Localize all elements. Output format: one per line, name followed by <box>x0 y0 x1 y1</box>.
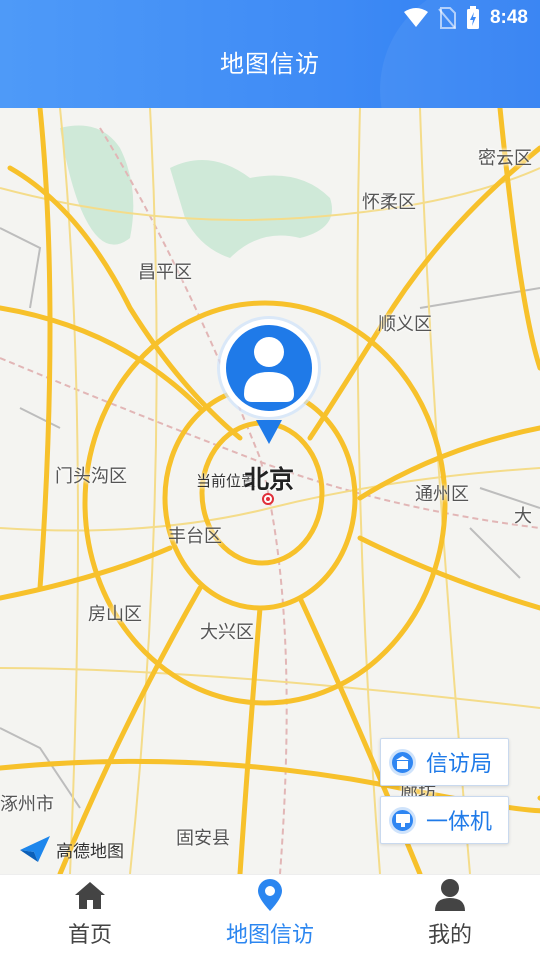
place-label: 门头沟区 <box>55 466 127 487</box>
page-title: 地图信访 <box>220 50 320 78</box>
place-label: 顺义区 <box>378 314 432 335</box>
location-pin-icon <box>256 877 284 913</box>
app-header: 8:48 地图信访 <box>0 0 540 108</box>
place-label: 昌平区 <box>138 262 192 283</box>
place-label: 涿州市 <box>0 794 54 815</box>
current-location-marker-icon[interactable] <box>216 316 322 444</box>
place-label: 密云区 <box>478 148 532 169</box>
petition-bureau-button[interactable]: 信访局 <box>380 738 509 786</box>
place-label: 固安县 <box>176 828 230 849</box>
bottom-tab-bar: 首页 地图信访 我的 <box>0 874 540 960</box>
place-label: 大兴区 <box>200 622 254 643</box>
status-bar: 8:48 <box>0 0 540 36</box>
amap-logo-icon <box>20 836 50 862</box>
map-provider-text: 高德地图 <box>56 841 124 862</box>
place-label: 房山区 <box>88 604 142 625</box>
home-icon <box>74 877 106 913</box>
place-label: 丰台区 <box>168 526 222 547</box>
tab-home[interactable]: 首页 <box>0 875 180 960</box>
tab-mine[interactable]: 我的 <box>360 875 540 960</box>
city-label: 北京 <box>244 465 295 494</box>
petition-bureau-label: 信访局 <box>426 752 493 777</box>
battery-charging-icon <box>466 6 479 29</box>
place-label: 通州区 <box>415 484 469 505</box>
kiosk-button[interactable]: 一体机 <box>380 796 509 844</box>
wifi-icon <box>403 8 428 27</box>
city-center-icon <box>262 493 274 505</box>
no-sim-icon <box>438 7 456 29</box>
status-time: 8:48 <box>489 7 528 28</box>
tab-mine-label: 我的 <box>427 923 472 948</box>
kiosk-icon <box>389 806 416 834</box>
tab-home-label: 首页 <box>67 923 112 948</box>
tab-map-petition[interactable]: 地图信访 <box>180 875 360 960</box>
place-label: 怀柔区 <box>362 192 416 213</box>
user-icon <box>435 877 465 913</box>
place-label: 大 <box>514 506 532 527</box>
map-view[interactable]: 密云区 怀柔区 昌平区 顺义区 门头沟区 当前位置 北京 通州区 大 丰台区 房… <box>0 108 540 874</box>
petition-bureau-icon <box>389 748 416 776</box>
tab-map-petition-label: 地图信访 <box>225 923 314 948</box>
kiosk-label: 一体机 <box>426 810 493 835</box>
map-provider-logo: 高德地图 <box>20 836 124 862</box>
